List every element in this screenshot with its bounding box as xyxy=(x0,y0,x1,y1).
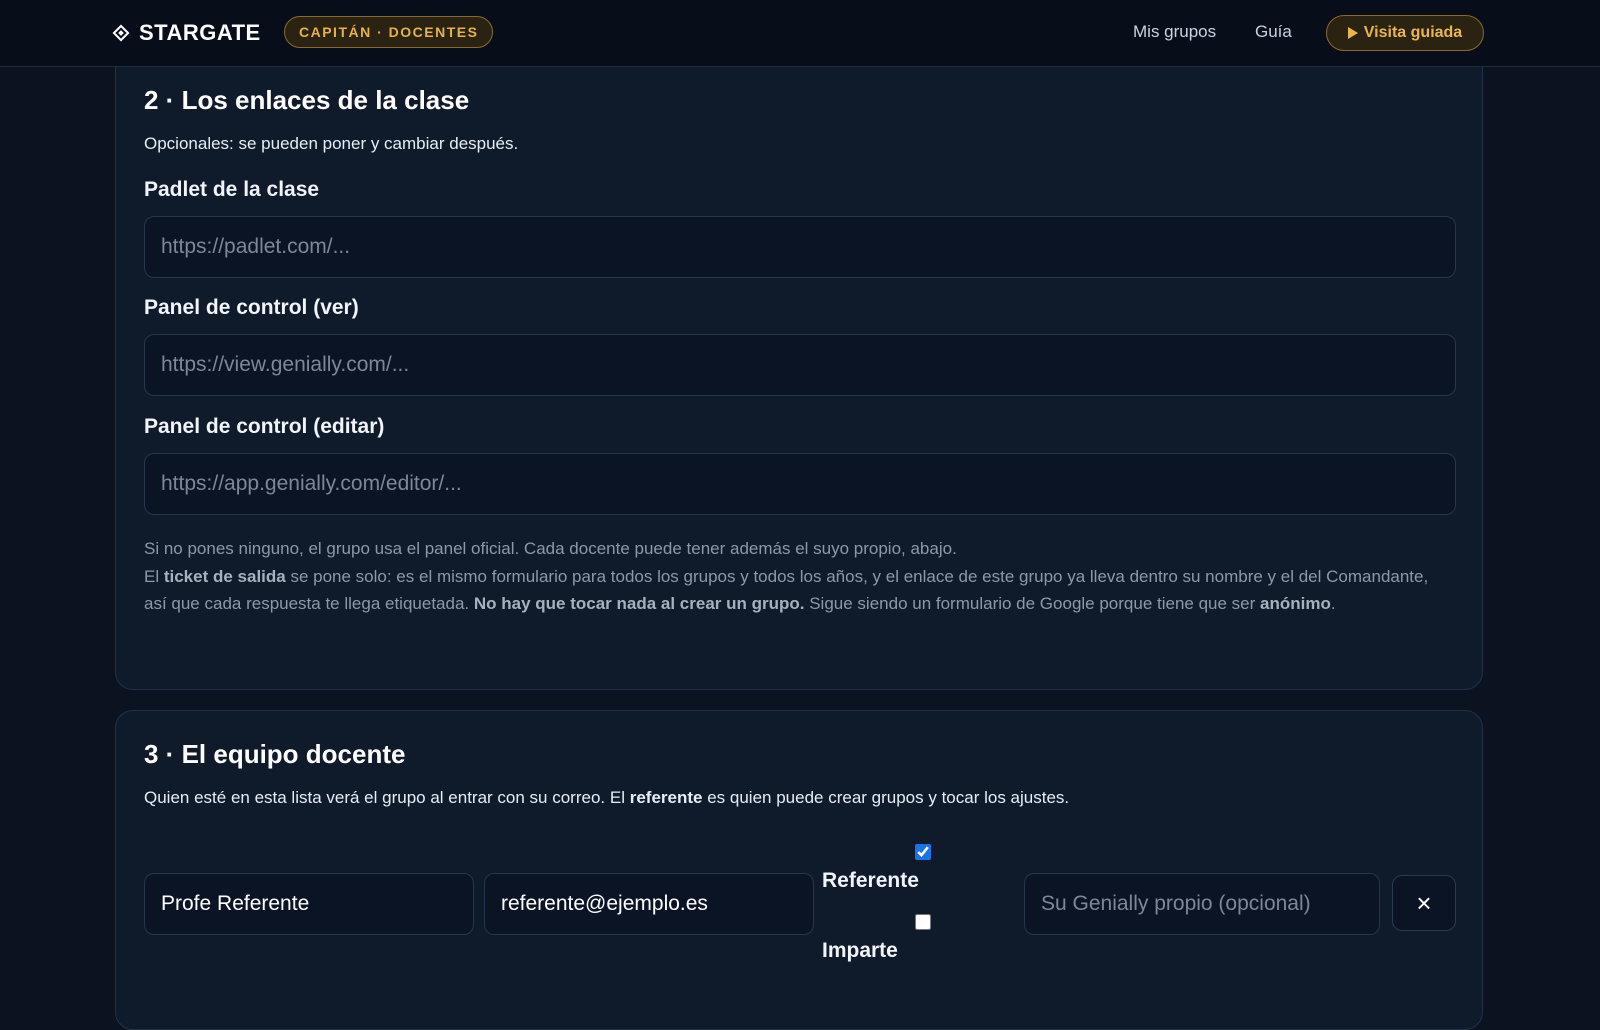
links-section-title: 2 · Los enlaces de la clase xyxy=(144,85,470,115)
note-bold-no-touch: No hay que tocar nada al crear un grupo. xyxy=(473,594,805,613)
top-navbar: STARGATE CAPITÁN · DOCENTES Mis grupos G… xyxy=(0,0,1600,67)
panel-edit-label: Panel de control (editar) xyxy=(144,415,385,438)
imparte-label: Imparte xyxy=(822,939,898,962)
member-email-input[interactable] xyxy=(484,873,814,935)
panel-view-label: Panel de control (ver) xyxy=(144,296,359,319)
note-bold-ticket: ticket de salida xyxy=(163,566,286,586)
team-section-lead: Quien esté en esta lista verá el grupo a… xyxy=(144,788,1070,807)
links-help-note: Si no pones ninguno, el grupo usa el pan… xyxy=(144,535,1434,618)
guided-tour-label: Visita guiada xyxy=(1363,24,1463,41)
panel-view-url-input[interactable] xyxy=(144,334,1456,396)
padlet-label: Padlet de la clase xyxy=(144,178,320,201)
nav-link-guide[interactable]: Guía xyxy=(1255,22,1292,42)
member-genially-input[interactable] xyxy=(1024,873,1380,935)
imparte-checkbox[interactable] xyxy=(915,914,931,930)
lead-bold-referente: referente xyxy=(629,788,703,807)
diamond-icon xyxy=(112,24,130,42)
note-bold-anonymous: anónimo xyxy=(1260,594,1331,613)
play-icon xyxy=(1347,27,1358,39)
close-icon: × xyxy=(1416,887,1432,918)
note-line-official-panel: Si no pones ninguno, el grupo usa el pan… xyxy=(144,539,957,558)
brand-logo[interactable]: STARGATE xyxy=(112,20,261,46)
member-name-input[interactable] xyxy=(144,873,474,935)
nav-link-my-groups[interactable]: Mis grupos xyxy=(1133,22,1216,42)
referente-checkbox[interactable] xyxy=(915,844,931,860)
remove-member-button[interactable]: × xyxy=(1392,875,1456,931)
guided-tour-button[interactable]: Visita guiada xyxy=(1326,15,1484,51)
links-section-subtitle: Opcionales: se pueden poner y cambiar de… xyxy=(144,134,519,153)
referente-label: Referente xyxy=(822,869,919,892)
links-section-card: 2 · Los enlaces de la clase Opcionales: … xyxy=(115,50,1483,690)
role-badge: CAPITÁN · DOCENTES xyxy=(284,16,494,48)
brand-name: STARGATE xyxy=(139,20,261,45)
note-exit-ticket: El ticket de salida se pone solo: es el … xyxy=(144,566,1429,614)
team-section-title: 3 · El equipo docente xyxy=(144,739,406,769)
team-section-card: 3 · El equipo docente Quien esté en esta… xyxy=(115,710,1483,1030)
panel-edit-url-input[interactable] xyxy=(144,453,1456,515)
padlet-url-input[interactable] xyxy=(144,216,1456,278)
